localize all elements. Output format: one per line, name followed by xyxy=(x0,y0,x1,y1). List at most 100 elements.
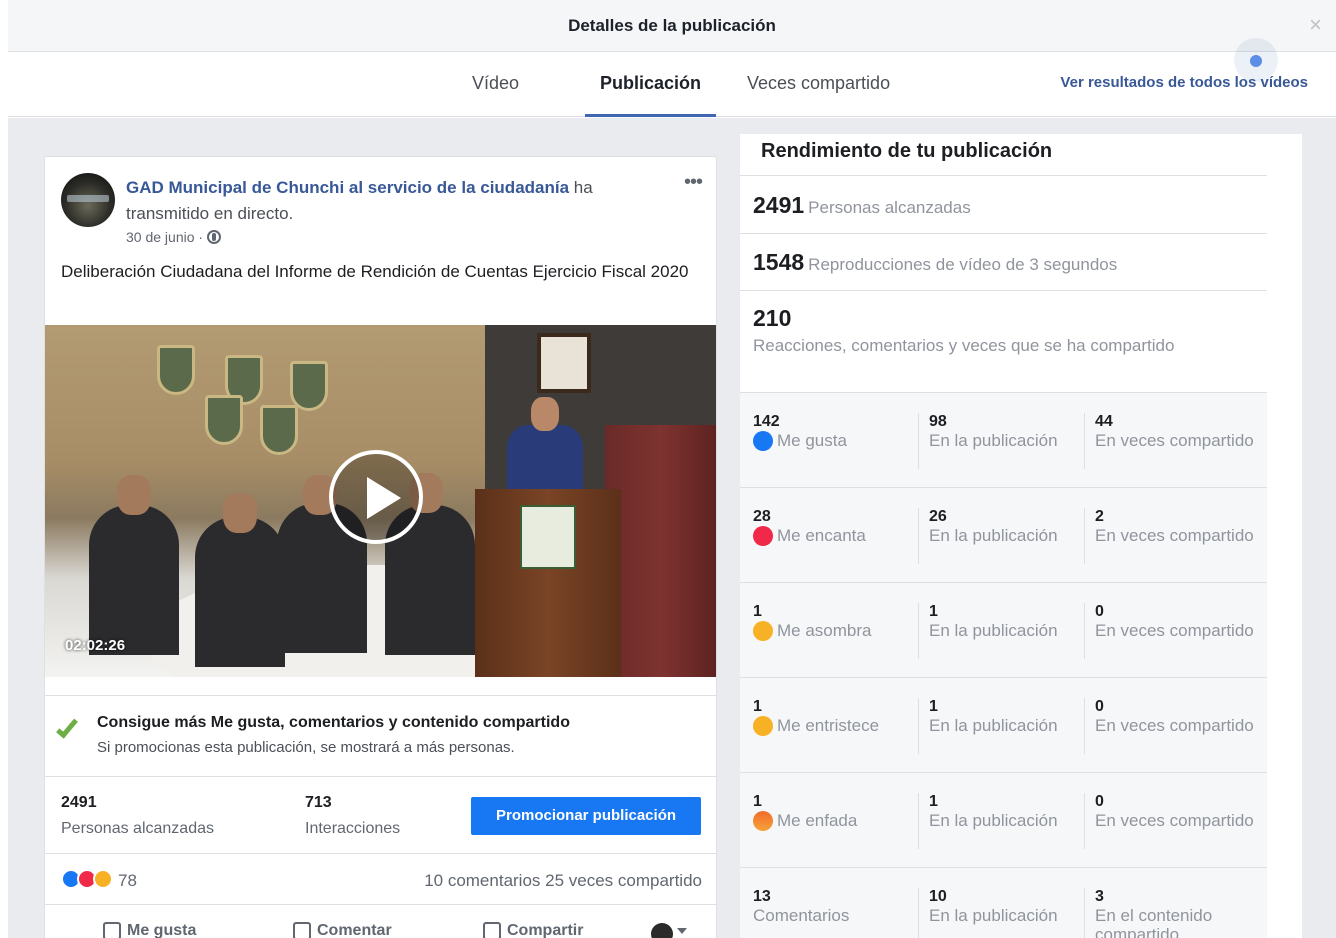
promote-post-button[interactable]: Promocionar publicación xyxy=(471,797,701,835)
dialog-header: Detalles de la publicación × xyxy=(8,0,1336,52)
breakdown-label: Me encanta xyxy=(777,526,866,545)
globe-icon xyxy=(207,230,222,244)
interactions-value: 713 xyxy=(305,794,332,811)
breakdown-shared: 0 xyxy=(1095,793,1104,810)
tab-bar: Vídeo Publicación Veces compartido Ver r… xyxy=(8,38,1336,117)
video-scene-curtain xyxy=(605,425,716,677)
breakdown-row: 1 Me enfada 1 En la publicación 0 En vec… xyxy=(740,773,1267,868)
breakdown-row: 28 Me encanta 26 En la publicación 2 En … xyxy=(740,488,1267,583)
page-name-link[interactable]: GAD Municipal de Chunchi al servicio de … xyxy=(126,178,569,197)
reach-metric-value: 2491 xyxy=(753,192,805,218)
promotion-tip: Consigue más Me gusta, comentarios y con… xyxy=(45,695,716,777)
wow-icon xyxy=(753,621,773,641)
video-player[interactable]: 02:02:26 xyxy=(45,325,716,677)
breakdown-on-post-label: En la publicación xyxy=(929,621,1058,640)
breakdown-label: Me asombra xyxy=(777,621,872,640)
thumbs-up-icon xyxy=(103,922,121,938)
post-date-text[interactable]: 30 de junio · xyxy=(126,229,203,245)
video-scene-shield xyxy=(205,395,243,445)
like-button-label: Me gusta xyxy=(127,922,197,938)
comment-button[interactable]: Comentar xyxy=(293,922,392,938)
breakdown-on-post: 1 xyxy=(929,698,938,715)
video-scene-speaker-head xyxy=(531,397,559,431)
share-button-label: Compartir xyxy=(507,922,584,938)
comment-button-label: Comentar xyxy=(317,922,392,938)
breakdown-shared-label: En el contenido compartido xyxy=(1095,906,1213,938)
video-scene-person-head xyxy=(223,493,257,533)
notification-dot-icon xyxy=(1234,38,1278,82)
play-icon[interactable] xyxy=(329,450,423,544)
breakdown-on-post: 26 xyxy=(929,508,947,525)
love-icon xyxy=(753,526,773,546)
promotion-tip-subtitle: Si promocionas esta publicación, se most… xyxy=(97,739,515,756)
video-duration: 02:02:26 xyxy=(65,637,126,654)
tab-post[interactable]: Publicación xyxy=(585,73,716,117)
breakdown-row: 142 Me gusta 98 En la publicación 44 En … xyxy=(740,393,1267,488)
share-button[interactable]: Compartir xyxy=(483,922,583,938)
post-actions: Me gusta Comentar Compartir xyxy=(45,906,716,938)
post-date: 30 de junio · xyxy=(126,229,222,245)
breakdown-label: Comentarios xyxy=(753,906,850,925)
tab-shares[interactable]: Veces compartido xyxy=(747,73,890,117)
engagement-metric: 210 Reacciones, comentarios y veces que … xyxy=(740,290,1267,392)
performance-title: Rendimiento de tu publicación xyxy=(761,140,1053,162)
user-avatar[interactable] xyxy=(651,923,673,938)
comment-icon xyxy=(293,922,311,938)
video-plays-metric: 1548 Reproducciones de vídeo de 3 segundo… xyxy=(740,233,1267,290)
interactions-label: Interacciones xyxy=(305,820,401,837)
breakdown-shared-label: En veces compartido xyxy=(1095,811,1254,830)
engagement-label: Reacciones, comentarios y veces que se h… xyxy=(753,336,1175,355)
breakdown-shared-label: En veces compartido xyxy=(1095,431,1254,450)
video-scene-person-head xyxy=(117,475,151,515)
breakdown-label: Me enfada xyxy=(777,811,858,830)
breakdown-on-post: 1 xyxy=(929,793,938,810)
video-plays-value: 1548 xyxy=(753,249,805,275)
tab-video[interactable]: Vídeo xyxy=(472,73,519,117)
breakdown-on-post: 98 xyxy=(929,413,947,430)
breakdown-total: 142 xyxy=(753,413,780,430)
breakdown-on-post: 1 xyxy=(929,603,938,620)
close-icon[interactable]: × xyxy=(1309,14,1322,36)
see-all-videos-link[interactable]: Ver resultados de todos los vídeos xyxy=(1060,74,1308,91)
reach-label: Personas alcanzadas xyxy=(61,820,214,837)
breakdown-shared-label: En veces compartido xyxy=(1095,716,1254,735)
reach-metric: 2491 Personas alcanzadas xyxy=(740,175,1267,233)
share-icon xyxy=(483,922,501,938)
breakdown-shared: 0 xyxy=(1095,698,1104,715)
comments-shares-count[interactable]: 10 comentarios 25 veces compartido xyxy=(424,871,702,891)
video-scene-person xyxy=(89,505,179,655)
reactions-breakdown: 142 Me gusta 98 En la publicación 44 En … xyxy=(740,392,1267,938)
breakdown-row: 1 Me entristece 1 En la publicación 0 En… xyxy=(740,678,1267,773)
breakdown-on-post: 10 xyxy=(929,888,947,905)
breakdown-shared-label: En veces compartido xyxy=(1095,526,1254,545)
video-scene-person xyxy=(195,517,285,667)
engagement-value: 210 xyxy=(753,305,792,331)
post-header: GAD Municipal de Chunchi al servicio de … xyxy=(126,175,666,227)
checkmark-icon xyxy=(56,715,78,739)
angry-icon xyxy=(753,811,773,831)
reach-value: 2491 xyxy=(61,794,97,811)
breakdown-total: 28 xyxy=(753,508,771,525)
breakdown-shared: 0 xyxy=(1095,603,1104,620)
video-scene-podium-sign xyxy=(520,505,576,569)
content-area: GAD Municipal de Chunchi al servicio de … xyxy=(8,118,1336,938)
post-stats: 2491 Personas alcanzadas 713 Interaccion… xyxy=(45,778,716,854)
wow-reaction-icon xyxy=(93,869,113,889)
video-scene-shield xyxy=(290,361,328,411)
breakdown-shared: 3 xyxy=(1095,888,1104,905)
reactions-summary: 78 10 comentarios 25 veces compartido xyxy=(45,855,716,905)
like-button[interactable]: Me gusta xyxy=(103,922,196,938)
breakdown-shared-label: En veces compartido xyxy=(1095,621,1254,640)
like-icon xyxy=(753,431,773,451)
reach-metric-label: Personas alcanzadas xyxy=(808,198,971,217)
breakdown-on-post-label: En la publicación xyxy=(929,906,1058,925)
breakdown-total: 1 xyxy=(753,793,762,810)
breakdown-row: 13 Comentarios 10 En la publicación 3 En… xyxy=(740,868,1267,938)
breakdown-total: 1 xyxy=(753,603,762,620)
breakdown-on-post-label: En la publicación xyxy=(929,716,1058,735)
page-avatar[interactable] xyxy=(61,173,115,227)
video-scene-frame xyxy=(537,333,591,393)
chevron-down-icon[interactable] xyxy=(677,928,687,934)
reaction-count[interactable]: 78 xyxy=(118,871,137,891)
more-options-icon[interactable]: ••• xyxy=(684,171,703,194)
